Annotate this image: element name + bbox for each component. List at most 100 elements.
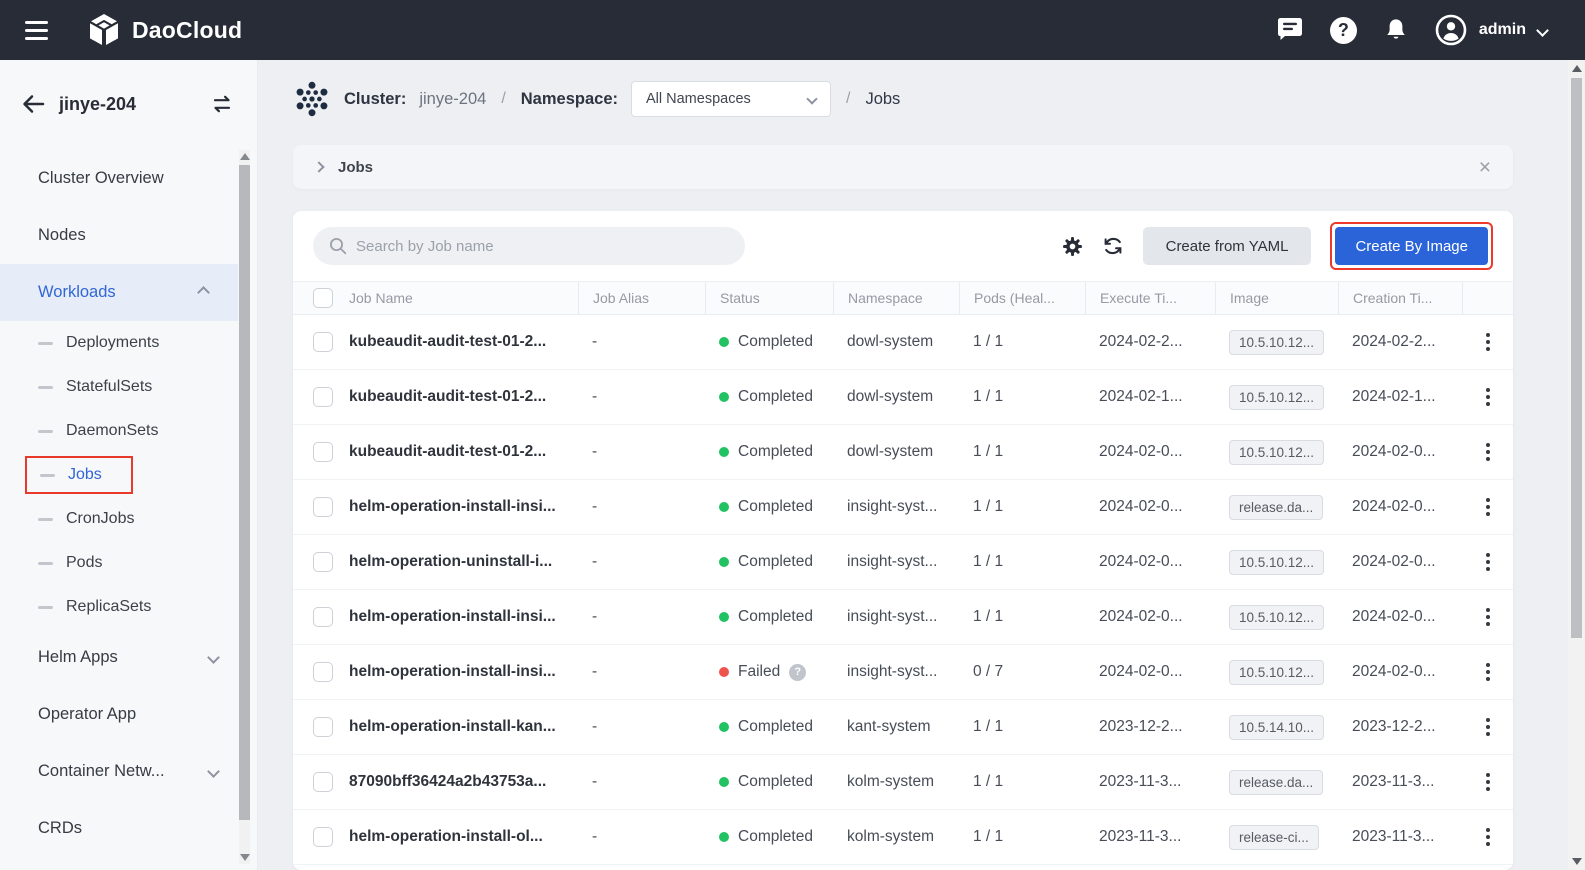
dash-icon [38,562,53,565]
column-header-job-alias[interactable]: Job Alias [578,282,705,314]
row-checkbox[interactable] [313,552,333,572]
row-checkbox[interactable] [313,772,333,792]
job-name-link[interactable]: helm-operation-uninstall-i... [349,553,578,571]
row-checkbox[interactable] [313,717,333,737]
hamburger-menu-icon[interactable] [25,21,48,40]
job-namespace: dowl-system [833,443,959,461]
job-alias: - [578,443,705,461]
expand-chevron-icon[interactable] [313,161,324,172]
job-name-link[interactable]: helm-operation-install-insi... [349,498,578,516]
row-checkbox[interactable] [313,497,333,517]
table-row: helm-operation-install-insi... - Failed … [293,645,1513,700]
column-header-execute-time[interactable]: Execute Ti... [1085,282,1215,314]
column-header-image[interactable]: Image [1215,282,1338,314]
job-image: 10.5.10.12... [1215,440,1338,465]
job-namespace: insight-syst... [833,553,959,571]
sidebar-item-container-network[interactable]: Container Netw... [0,743,248,800]
page-scrollbar[interactable] [1568,60,1585,870]
cluster-switch-icon[interactable] [211,94,233,114]
refresh-icon[interactable] [1102,235,1124,257]
row-actions-kebab-icon[interactable] [1482,659,1494,685]
user-menu[interactable]: admin [1435,14,1547,46]
cluster-label: Cluster: [344,90,406,109]
toolbar-actions: Create from YAML Create By Image [1062,222,1493,270]
scrollbar-thumb[interactable] [239,165,250,820]
notifications-bell-icon[interactable] [1383,17,1409,44]
namespace-select[interactable]: All Namespaces [631,81,831,117]
status-help-icon[interactable] [789,664,806,681]
row-checkbox[interactable] [313,827,333,847]
sidebar-item-helm-apps[interactable]: Helm Apps [0,629,248,686]
sidebar-item-statefulsets[interactable]: StatefulSets [0,365,248,409]
sidebar-item-workloads[interactable]: Workloads [0,264,238,321]
job-name-link[interactable]: helm-operation-install-kan... [349,718,578,736]
job-name-link[interactable]: kubeaudit-audit-test-01-2... [349,443,578,461]
sidebar-item-daemonsets[interactable]: DaemonSets [0,409,248,453]
row-actions-kebab-icon[interactable] [1482,384,1494,410]
sidebar-item-deployments[interactable]: Deployments [0,321,248,365]
create-by-image-button[interactable]: Create By Image [1335,227,1488,265]
sidebar-item-crds[interactable]: CRDs [0,800,248,857]
sidebar-item-replicasets[interactable]: ReplicaSets [0,585,248,629]
row-checkbox[interactable] [313,607,333,627]
row-actions-kebab-icon[interactable] [1482,329,1494,355]
job-name-link[interactable]: helm-operation-install-ol... [349,828,578,846]
row-actions-kebab-icon[interactable] [1482,824,1494,850]
scroll-up-arrow-icon[interactable] [240,153,250,160]
job-name-link[interactable]: 87090bff36424a2b43753a... [349,773,578,791]
scroll-up-arrow-icon[interactable] [1572,65,1582,72]
sidebar-scrollbar[interactable] [239,150,250,864]
job-execute-time: 2024-02-0... [1085,663,1215,681]
sidebar-item-cluster-overview[interactable]: Cluster Overview [0,150,248,207]
row-actions-kebab-icon[interactable] [1482,714,1494,740]
job-search[interactable] [313,227,745,265]
top-right-actions: admin [1276,14,1585,46]
row-checkbox[interactable] [313,387,333,407]
job-name-link[interactable]: kubeaudit-audit-test-01-2... [349,388,578,406]
job-creation-time: 2024-02-1... [1338,388,1462,406]
job-name-link[interactable]: kubeaudit-audit-test-01-2... [349,333,578,351]
column-header-creation-time[interactable]: Creation Ti... [1338,282,1462,314]
sidebar-item-cronjobs[interactable]: CronJobs [0,497,248,541]
table-toolbar: Create from YAML Create By Image [293,211,1513,281]
image-chip: release.da... [1229,495,1323,520]
brand-logo[interactable]: DaoCloud [86,13,242,47]
job-name-link[interactable]: helm-operation-install-insi... [349,608,578,626]
job-name-link[interactable]: helm-operation-install-insi... [349,663,578,681]
row-actions-kebab-icon[interactable] [1482,549,1494,575]
column-header-namespace[interactable]: Namespace [833,282,959,314]
row-actions-kebab-icon[interactable] [1482,769,1494,795]
sidebar-item-pods[interactable]: Pods [0,541,248,585]
jobs-collapse-bar[interactable]: Jobs [293,145,1513,189]
row-actions-kebab-icon[interactable] [1482,494,1494,520]
column-header-pods[interactable]: Pods (Heal... [959,282,1085,314]
sidebar-item-nodes[interactable]: Nodes [0,207,248,264]
scrollbar-thumb[interactable] [1571,78,1582,638]
back-arrow-icon[interactable] [22,94,45,114]
sidebar-item-jobs[interactable]: Jobs [0,453,248,497]
row-checkbox[interactable] [313,332,333,352]
cluster-value[interactable]: jinye-204 [419,90,486,109]
row-actions-kebab-icon[interactable] [1482,604,1494,630]
row-actions-kebab-icon[interactable] [1482,439,1494,465]
job-alias: - [578,333,705,351]
sidebar-item-operator-app[interactable]: Operator App [0,686,248,743]
job-pods: 1 / 1 [959,443,1085,461]
select-all-checkbox[interactable] [313,288,333,308]
job-alias: - [578,773,705,791]
row-checkbox[interactable] [313,442,333,462]
row-checkbox[interactable] [313,662,333,682]
column-header-status[interactable]: Status [705,282,833,314]
status-dot-icon [719,832,729,842]
create-from-yaml-button[interactable]: Create from YAML [1143,227,1312,265]
scroll-down-arrow-icon[interactable] [240,854,250,861]
search-input[interactable] [356,238,729,255]
messages-icon[interactable] [1276,17,1304,43]
job-namespace: insight-syst... [833,608,959,626]
scroll-down-arrow-icon[interactable] [1572,858,1582,865]
column-header-job-name[interactable]: Job Name [349,282,578,314]
close-icon[interactable] [1479,157,1491,178]
column-settings-gear-icon[interactable] [1062,236,1083,257]
help-icon[interactable] [1330,17,1357,44]
dash-icon [38,606,53,609]
